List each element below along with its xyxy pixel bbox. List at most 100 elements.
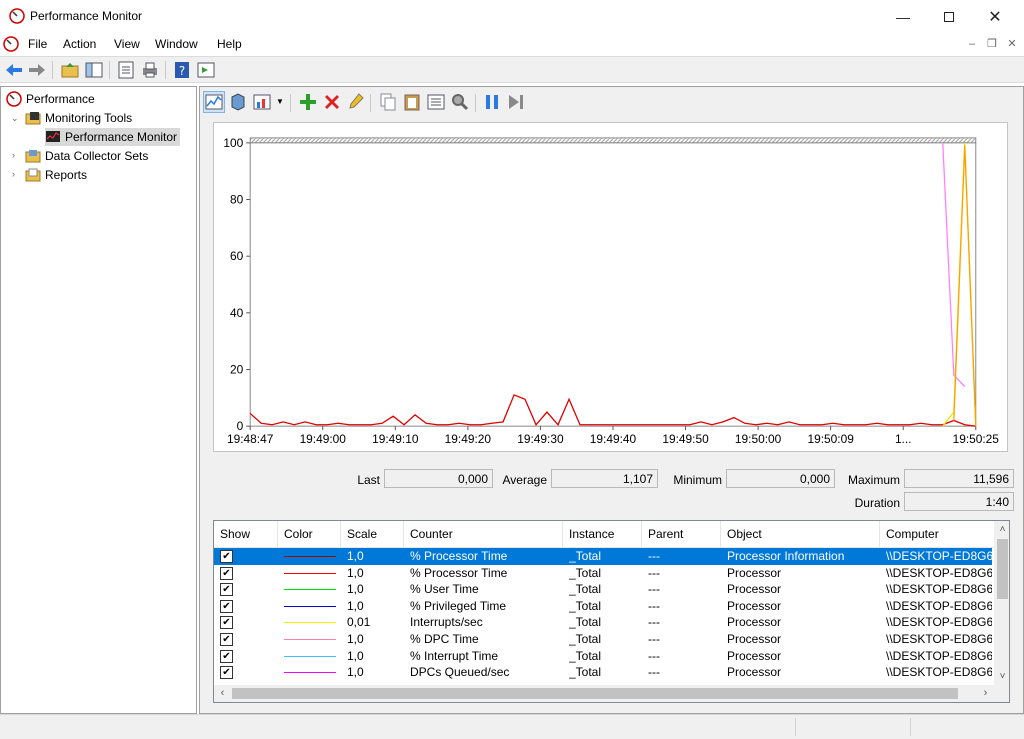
- menu-action[interactable]: Action: [63, 37, 96, 51]
- scroll-left-icon[interactable]: ‹: [214, 685, 231, 702]
- table-row[interactable]: ✔ 1,0 % Privileged Time _Total --- Processor \…: [214, 598, 992, 615]
- menu-view[interactable]: View: [114, 37, 140, 51]
- cell-counter: % Privileged Time: [410, 598, 507, 613]
- cell-counter: % User Time: [410, 582, 479, 597]
- color-swatch: [284, 639, 336, 640]
- update-data-icon[interactable]: [506, 92, 526, 112]
- performance-chart[interactable]: 0 20 40 60 80 100 19:48:47 19:49:00 19:49:10 19:4…: [213, 122, 1008, 452]
- copy-properties-icon[interactable]: [378, 92, 398, 112]
- show-checkbox[interactable]: ✔: [220, 649, 233, 663]
- cell-object: Processor: [727, 648, 782, 663]
- table-row[interactable]: ✔ 1,0 % Processor Time _Total --- Processor I…: [214, 548, 992, 565]
- vertical-scroll-thumb[interactable]: [997, 539, 1008, 599]
- show-checkbox[interactable]: ✔: [220, 666, 233, 680]
- cell-counter: % Processor Time: [410, 549, 508, 563]
- print-icon[interactable]: [140, 60, 160, 80]
- mdi-restore-button[interactable]: ❐: [982, 34, 1002, 54]
- cell-object: Processor: [727, 665, 782, 680]
- header-color[interactable]: Color: [278, 521, 341, 547]
- view-current-activity-icon[interactable]: [203, 91, 225, 113]
- properties-icon[interactable]: [116, 60, 136, 80]
- header-scale[interactable]: Scale: [341, 521, 404, 547]
- plot-area: [249, 142, 977, 427]
- table-row[interactable]: ✔ 1,0 % DPC Time _Total --- Processor \\DESKTO…: [214, 631, 992, 648]
- header-parent[interactable]: Parent: [642, 521, 721, 547]
- show-checkbox[interactable]: ✔: [220, 633, 233, 646]
- show-checkbox[interactable]: ✔: [220, 566, 233, 580]
- table-row[interactable]: ✔ 1,0 DPCs Queued/sec _Total --- Processor \\D…: [214, 664, 992, 681]
- cell-counter: % DPC Time: [410, 632, 479, 646]
- header-instance[interactable]: Instance: [563, 521, 642, 547]
- close-button[interactable]: ✕: [972, 0, 1018, 33]
- cell-object: Processor: [727, 565, 782, 580]
- help-icon[interactable]: ?: [172, 60, 192, 80]
- forward-arrow-icon[interactable]: [27, 60, 47, 80]
- add-counter-icon[interactable]: [298, 92, 318, 112]
- horizontal-scrollbar[interactable]: ‹ ›: [214, 685, 1009, 702]
- header-show[interactable]: Show: [214, 521, 278, 547]
- horizontal-scroll-thumb[interactable]: [232, 688, 958, 699]
- minimize-button[interactable]: —: [880, 0, 926, 33]
- cell-object: Processor Information: [727, 549, 845, 563]
- delete-counter-icon[interactable]: [322, 92, 342, 112]
- tree-item-reports[interactable]: Reports: [25, 166, 87, 184]
- tree-label: Performance: [26, 92, 95, 106]
- up-folder-icon[interactable]: [60, 60, 80, 80]
- header-object[interactable]: Object: [721, 521, 880, 547]
- scroll-up-icon[interactable]: ˄: [994, 521, 1009, 538]
- tree-item-data-collector-sets[interactable]: Data Collector Sets: [25, 147, 148, 165]
- show-hide-action-pane-icon[interactable]: [196, 60, 216, 80]
- table-row[interactable]: ✔ 1,0 % Processor Time _Total --- Processor \\…: [214, 565, 992, 582]
- tree-item-performance-monitor[interactable]: Performance Monitor: [45, 128, 181, 146]
- menu-window[interactable]: Window: [155, 37, 198, 51]
- menu-file[interactable]: File: [28, 37, 47, 51]
- chevron-right-icon[interactable]: ›: [12, 169, 15, 179]
- chevron-right-icon[interactable]: ›: [12, 150, 15, 160]
- vertical-scrollbar[interactable]: ˄ ˅: [994, 521, 1009, 687]
- mdi-minimize-button[interactable]: –: [962, 34, 982, 54]
- chevron-down-icon[interactable]: ▼: [276, 97, 284, 106]
- tree-label: Performance Monitor: [65, 130, 178, 144]
- color-swatch: [284, 589, 336, 591]
- header-computer[interactable]: Computer: [880, 521, 994, 547]
- chevron-down-icon[interactable]: ⌄: [11, 113, 19, 124]
- cell-parent: ---: [648, 565, 660, 580]
- table-row[interactable]: ✔ 0,01 Interrupts/sec _Total --- Processor \\D…: [214, 614, 992, 631]
- paste-counter-list-icon[interactable]: [402, 92, 422, 112]
- menu-bar: File Action View Window Help – ❐ ✕: [0, 33, 1024, 56]
- highlight-icon[interactable]: [346, 92, 366, 112]
- back-arrow-icon[interactable]: [4, 60, 24, 80]
- maximize-button[interactable]: [926, 0, 972, 33]
- show-checkbox[interactable]: ✔: [220, 616, 233, 630]
- cell-scale: 1,0: [347, 648, 364, 663]
- y-tick-label: 20: [230, 362, 244, 376]
- menu-help[interactable]: Help: [217, 37, 242, 51]
- zoom-icon[interactable]: [450, 92, 470, 112]
- table-row[interactable]: ✔ 1,0 % Interrupt Time _Total --- Processor \\…: [214, 648, 992, 665]
- x-tick-label: 19:49:10: [372, 432, 419, 446]
- cell-counter: Interrupts/sec: [410, 615, 483, 630]
- mdi-close-button[interactable]: ✕: [1002, 34, 1022, 54]
- show-checkbox[interactable]: ✔: [220, 550, 233, 563]
- tree-item-performance[interactable]: Performance: [6, 90, 95, 108]
- x-tick-label: 19:50:00: [735, 432, 782, 446]
- show-hide-console-tree-icon[interactable]: [84, 60, 104, 80]
- scroll-right-icon[interactable]: ›: [977, 685, 994, 702]
- show-checkbox[interactable]: ✔: [220, 583, 233, 597]
- cell-object: Processor: [727, 582, 782, 597]
- view-log-data-icon[interactable]: [228, 92, 248, 112]
- change-graph-type-icon[interactable]: [252, 92, 272, 112]
- table-row[interactable]: ✔ 1,0 % User Time _Total --- Processor \\DESKT…: [214, 581, 992, 598]
- show-checkbox[interactable]: ✔: [220, 599, 233, 613]
- folder-icon: [25, 112, 41, 125]
- chart-monitor-icon: [46, 131, 60, 142]
- tree-item-monitoring-tools[interactable]: Monitoring Tools: [25, 109, 132, 127]
- counter-list[interactable]: Show Color Scale Counter Instance Parent…: [213, 520, 1010, 703]
- x-tick-label: 1...: [895, 432, 912, 446]
- freeze-display-icon[interactable]: [482, 92, 502, 112]
- scroll-down-icon[interactable]: ˅: [994, 668, 1009, 685]
- header-counter[interactable]: Counter: [404, 521, 563, 547]
- cell-parent: ---: [648, 665, 660, 680]
- app-menu-icon[interactable]: [3, 36, 19, 52]
- properties-icon[interactable]: [426, 92, 446, 112]
